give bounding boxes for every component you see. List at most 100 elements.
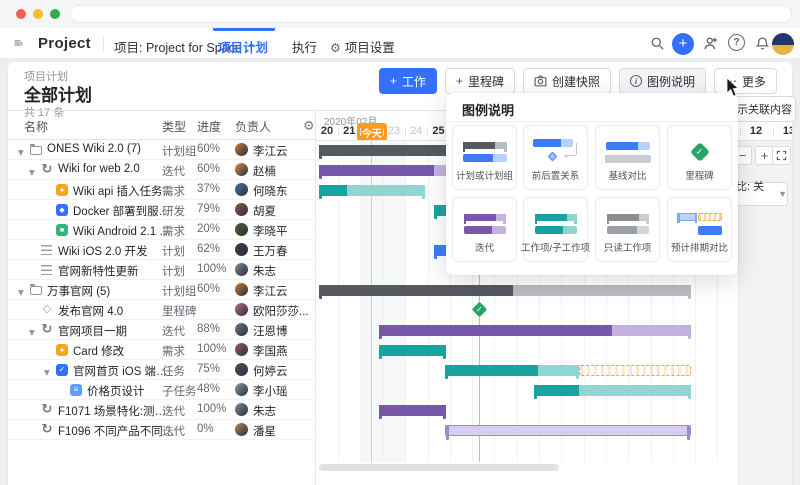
gantt-bar[interactable] <box>445 425 691 436</box>
task-name[interactable]: Docker 部署到服务器 <box>73 203 176 219</box>
task-type: 计划组 <box>162 143 197 159</box>
gantt-bar[interactable] <box>379 405 446 416</box>
task-name[interactable]: Wiki Android 2.1 开发 <box>73 223 176 239</box>
table-row[interactable]: ■Wiki Android 2.1 开发需求20%李晓平 <box>8 220 315 240</box>
active-tab-indicator <box>213 28 275 31</box>
android-icon: ■ <box>56 224 68 236</box>
task-name[interactable]: 发布官网 4.0 <box>58 303 123 319</box>
table-row[interactable]: ≡价格页设计子任务48%李小瑶 <box>8 380 315 400</box>
task-name[interactable]: Card 修改 <box>73 343 124 359</box>
gantt-bar[interactable] <box>319 285 691 296</box>
table-row[interactable]: ▾万事官网 (5)计划组60%李江云 <box>8 280 315 300</box>
task-name[interactable]: ONES Wiki 2.0 (7) <box>47 143 141 155</box>
task-assignee: 李江云 <box>253 143 288 159</box>
gantt-bar-segment <box>445 365 538 376</box>
gantt-bar[interactable] <box>534 385 691 396</box>
search-icon[interactable] <box>648 34 666 52</box>
column-settings-gear-icon[interactable]: ⚙ <box>303 118 315 134</box>
date-separator <box>427 128 428 136</box>
table-row[interactable]: ▾ONES Wiki 2.0 (7)计划组60%李江云 <box>8 140 315 160</box>
invite-member-icon[interactable] <box>701 34 719 52</box>
iteration-icon: ↻ <box>41 162 53 174</box>
table-row[interactable]: Wiki iOS 2.0 开发计划62%王万春 <box>8 240 315 260</box>
avatar <box>235 143 248 156</box>
task-progress: 100% <box>197 343 226 355</box>
legend-button[interactable]: i图例说明 <box>619 68 706 94</box>
gantt-bar[interactable] <box>445 365 579 376</box>
avatar <box>235 163 248 176</box>
table-row[interactable]: ◆Docker 部署到服务器研发79%胡夏 <box>8 200 315 220</box>
help-icon[interactable]: ? <box>728 34 745 51</box>
bar-bracket-left <box>319 165 322 179</box>
gantt-day-label: 13 <box>783 125 792 137</box>
horizontal-scrollbar-thumb[interactable] <box>319 464 559 471</box>
bar-bracket-right <box>688 325 691 339</box>
gantt-bar-segment <box>347 185 425 196</box>
task-name[interactable]: F1071 场景特化:测试结果... <box>58 403 176 419</box>
caret-icon[interactable]: ▾ <box>29 165 35 179</box>
task-name[interactable]: 官网首页 iOS 端修改 <box>73 363 176 379</box>
avatar <box>235 223 248 236</box>
chevron-down-icon: ▼ <box>778 190 787 199</box>
tab-execute[interactable]: 执行 <box>292 37 317 56</box>
create-snapshot-button[interactable]: 创建快照 <box>523 68 611 94</box>
estimated-range-bar[interactable] <box>579 365 691 376</box>
legend-item-readonly: 只读工作项 <box>595 197 660 262</box>
caret-icon[interactable]: ▾ <box>44 365 50 379</box>
caret-icon[interactable]: ▾ <box>18 145 24 159</box>
create-button[interactable]: + <box>672 33 694 55</box>
task-name[interactable]: Wiki iOS 2.0 开发 <box>58 243 147 259</box>
caret-icon[interactable]: ▾ <box>18 285 24 299</box>
gantt-day-label: 12 <box>750 125 762 137</box>
legend-item-label: 计划或计划组 <box>456 168 513 182</box>
task-assignee: 王万春 <box>253 243 288 259</box>
task-name[interactable]: Wiki api 插入任务卡片 <box>73 183 176 199</box>
task-name[interactable]: 官网新特性更新 <box>58 263 139 279</box>
tab-project-plan[interactable]: 项目计划 <box>218 37 268 56</box>
task-progress: 60% <box>197 163 220 175</box>
gantt-bar[interactable] <box>379 345 446 356</box>
table-row[interactable]: ↻F1071 场景特化:测试结果...迭代100%朱志 <box>8 400 315 420</box>
task-type: 计划 <box>162 263 185 279</box>
task-type: 研发 <box>162 203 185 219</box>
plan-icon <box>41 245 52 255</box>
milestone-marker[interactable]: ✓ <box>471 302 487 318</box>
gantt-bar[interactable] <box>379 325 691 336</box>
task-name[interactable]: 官网项目一期 <box>58 323 127 339</box>
legend-item-milestone: ✓里程碑 <box>667 125 732 190</box>
caret-icon[interactable]: ▾ <box>29 325 35 339</box>
task-name[interactable]: Wiki for web 2.0 <box>58 163 140 175</box>
notification-bell-icon[interactable] <box>753 34 771 52</box>
gantt-day-label: 25 <box>432 125 444 137</box>
legend-graphic-plan <box>453 135 516 169</box>
table-row[interactable]: ▾✓官网首页 iOS 端修改任务75%何婷云 <box>8 360 315 380</box>
table-row[interactable]: ◇发布官网 4.0里程碑欧阳莎莎... <box>8 300 315 320</box>
sidebar-expand-icon[interactable]: ≡› <box>14 36 30 50</box>
user-avatar[interactable] <box>772 33 794 55</box>
legend-popover: 图例说明 计划或计划组◂前后置关系基线对比✓里程碑迭代工作项/子工作项只读工作项… <box>446 93 738 275</box>
table-row[interactable]: ▾↻官网项目一期迭代88%汪恩博 <box>8 320 315 340</box>
table-row[interactable]: ↻F1096 不同产品不同license迭代0%潘星 <box>8 420 315 440</box>
task-name[interactable]: 价格页设计 <box>87 383 145 399</box>
task-assignee: 欧阳莎莎... <box>253 303 309 319</box>
table-row[interactable]: ▾↻Wiki for web 2.0迭代60%赵楠 <box>8 160 315 180</box>
task-name[interactable]: 万事官网 (5) <box>47 283 110 299</box>
gantt-bar[interactable] <box>319 185 425 196</box>
url-bar[interactable] <box>70 5 792 23</box>
window-close-button[interactable] <box>16 9 26 19</box>
table-row[interactable]: 官网新特性更新计划100%朱志 <box>8 260 315 280</box>
task-assignee: 汪恩博 <box>253 323 288 339</box>
task-type: 任务 <box>162 363 185 379</box>
more-button[interactable]: ⋯更多 <box>714 68 777 94</box>
tab-project-settings[interactable]: ⚙项目设置 <box>330 37 395 56</box>
window-zoom-button[interactable] <box>50 9 60 19</box>
add-milestone-button[interactable]: +里程碑 <box>445 68 515 94</box>
fullscreen-icon[interactable] <box>772 146 791 165</box>
bar-bracket-left <box>434 245 437 259</box>
table-row[interactable]: ●Card 修改需求100%李国燕 <box>8 340 315 360</box>
task-name[interactable]: F1096 不同产品不同license <box>58 423 176 439</box>
task-assignee: 朱志 <box>253 403 276 419</box>
window-minimize-button[interactable] <box>33 9 43 19</box>
add-work-button[interactable]: +工作 <box>379 68 437 94</box>
table-row[interactable]: ●Wiki api 插入任务卡片需求37%何晓东 <box>8 180 315 200</box>
